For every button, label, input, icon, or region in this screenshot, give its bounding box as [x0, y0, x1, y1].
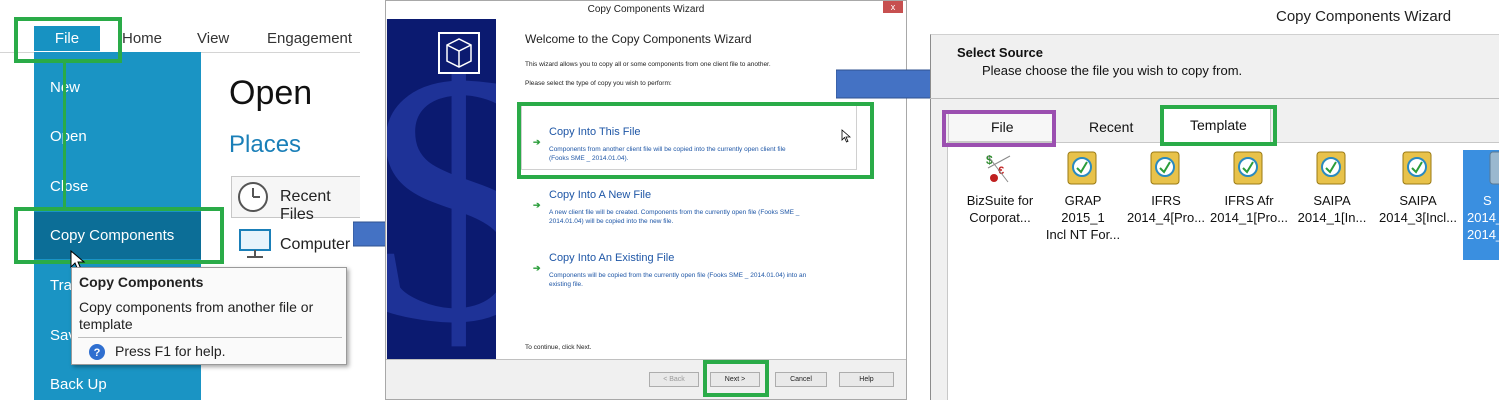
tooltip: Copy Components Copy components from ano… [71, 267, 347, 365]
highlight-connector [63, 63, 66, 209]
template-file-icon [1233, 151, 1263, 185]
cancel-button[interactable]: Cancel [775, 372, 827, 387]
template-file-icon [1316, 151, 1346, 185]
select-source-titlebar: Copy Components Wizard [930, 0, 1499, 34]
template-label: IFRS 2014_4[Pro... [1126, 193, 1206, 225]
next-button-highlight [703, 360, 769, 397]
back-button[interactable]: < Back [649, 372, 699, 387]
backstage-item-open[interactable]: Open [50, 128, 87, 145]
template-file-icon [1150, 151, 1180, 185]
backstage-item-backup[interactable]: Back Up [50, 376, 107, 393]
backstage-item-close[interactable]: Close [50, 178, 88, 195]
clock-icon [238, 182, 268, 212]
wizard-window: Copy Components Wizard x $ Welcome to th… [385, 0, 907, 400]
computer-icon [239, 229, 271, 258]
template-label: SAIPA 2014_1[In... [1297, 193, 1367, 225]
help-button[interactable]: Help [839, 372, 894, 387]
template-label: SAIPA 2014_3[Incl... [1378, 193, 1458, 225]
ribbon-tab-home[interactable]: Home [122, 30, 162, 47]
tooltip-divider [78, 337, 342, 338]
option-copy-into-existing-file[interactable]: Copy Into An Existing File [549, 252, 674, 264]
wizard-divider [386, 359, 906, 360]
arrow-icon: ➔ [533, 200, 541, 210]
header-divider [930, 98, 1499, 99]
select-source-title: Copy Components Wizard [1276, 8, 1452, 25]
template-file-icon [1402, 151, 1432, 185]
template-label: S2014_2014_ [1467, 193, 1499, 242]
select-source-instruction: Please choose the file you wish to copy … [982, 63, 1243, 78]
wizard-intro: This wizard allows you to copy all or so… [525, 61, 771, 68]
help-icon: ? [89, 344, 105, 360]
computer-label: Computer [280, 236, 351, 253]
tab-recent[interactable]: Recent [1089, 119, 1133, 135]
select-source-window: Copy Components Wizard Select Source Ple… [930, 0, 1499, 400]
file-tab-highlight [14, 17, 122, 63]
template-item-selected[interactable]: S2014_2014_ [1465, 150, 1499, 260]
option-3-desc-1: Components will be copied from the curre… [549, 272, 807, 279]
template-label: IFRS Afr 2014_1[Pro... [1209, 193, 1289, 225]
tooltip-title: Copy Components [79, 274, 204, 290]
arrow-icon: ➔ [533, 263, 541, 273]
wizard-titlebar: Copy Components Wizard x [386, 1, 906, 19]
option-2-desc-1: A new client file will be created. Compo… [549, 209, 800, 216]
select-source-heading: Select Source [957, 45, 1043, 60]
tab-template-highlight [1160, 105, 1277, 146]
backstage-panel: File Home View Engagement New Open Close… [0, 0, 360, 400]
page-title: Open [229, 74, 313, 112]
template-label: BizSuite for Corporat... [966, 193, 1034, 225]
backstage-item-tra[interactable]: Tra [50, 277, 72, 294]
svg-text:$: $ [986, 153, 993, 167]
ribbon-tab-engagement[interactable]: Engagement [267, 30, 352, 47]
tooltip-body: Copy components from another file or tem… [79, 299, 314, 332]
option-copy-into-new-file[interactable]: Copy Into A New File [549, 189, 651, 201]
wizard-title: Copy Components Wizard [587, 4, 705, 15]
places-heading: Places [229, 131, 302, 158]
option-3-desc-2: existing file. [549, 281, 583, 288]
wizard-footer: To continue, click Next. [525, 344, 592, 351]
wizard-heading: Welcome to the Copy Components Wizard [525, 32, 752, 46]
copy-components-highlight [14, 207, 224, 264]
tooltip-help: Press F1 for help. [115, 343, 226, 359]
template-label: GRAP 2015_1 Incl NT For... [1045, 193, 1121, 242]
wizard-prompt: Please select the type of copy you wish … [525, 80, 672, 87]
bizsuite-icon: $ € [986, 153, 1011, 183]
option-2-desc-2: 2014.01.04) will be copied into the new … [549, 218, 674, 225]
template-file-icon [1489, 151, 1499, 185]
option-highlight [517, 102, 874, 179]
wizard-banner: $ [387, 19, 496, 359]
recent-files-label: Recent Files [280, 188, 331, 223]
ribbon-tab-view[interactable]: View [197, 30, 229, 47]
svg-text:?: ? [94, 347, 101, 359]
tab-file-highlight [942, 110, 1056, 147]
template-file-icon [1067, 151, 1097, 185]
wizard-banner-art: $ [387, 19, 496, 359]
close-button[interactable]: x [883, 1, 903, 13]
